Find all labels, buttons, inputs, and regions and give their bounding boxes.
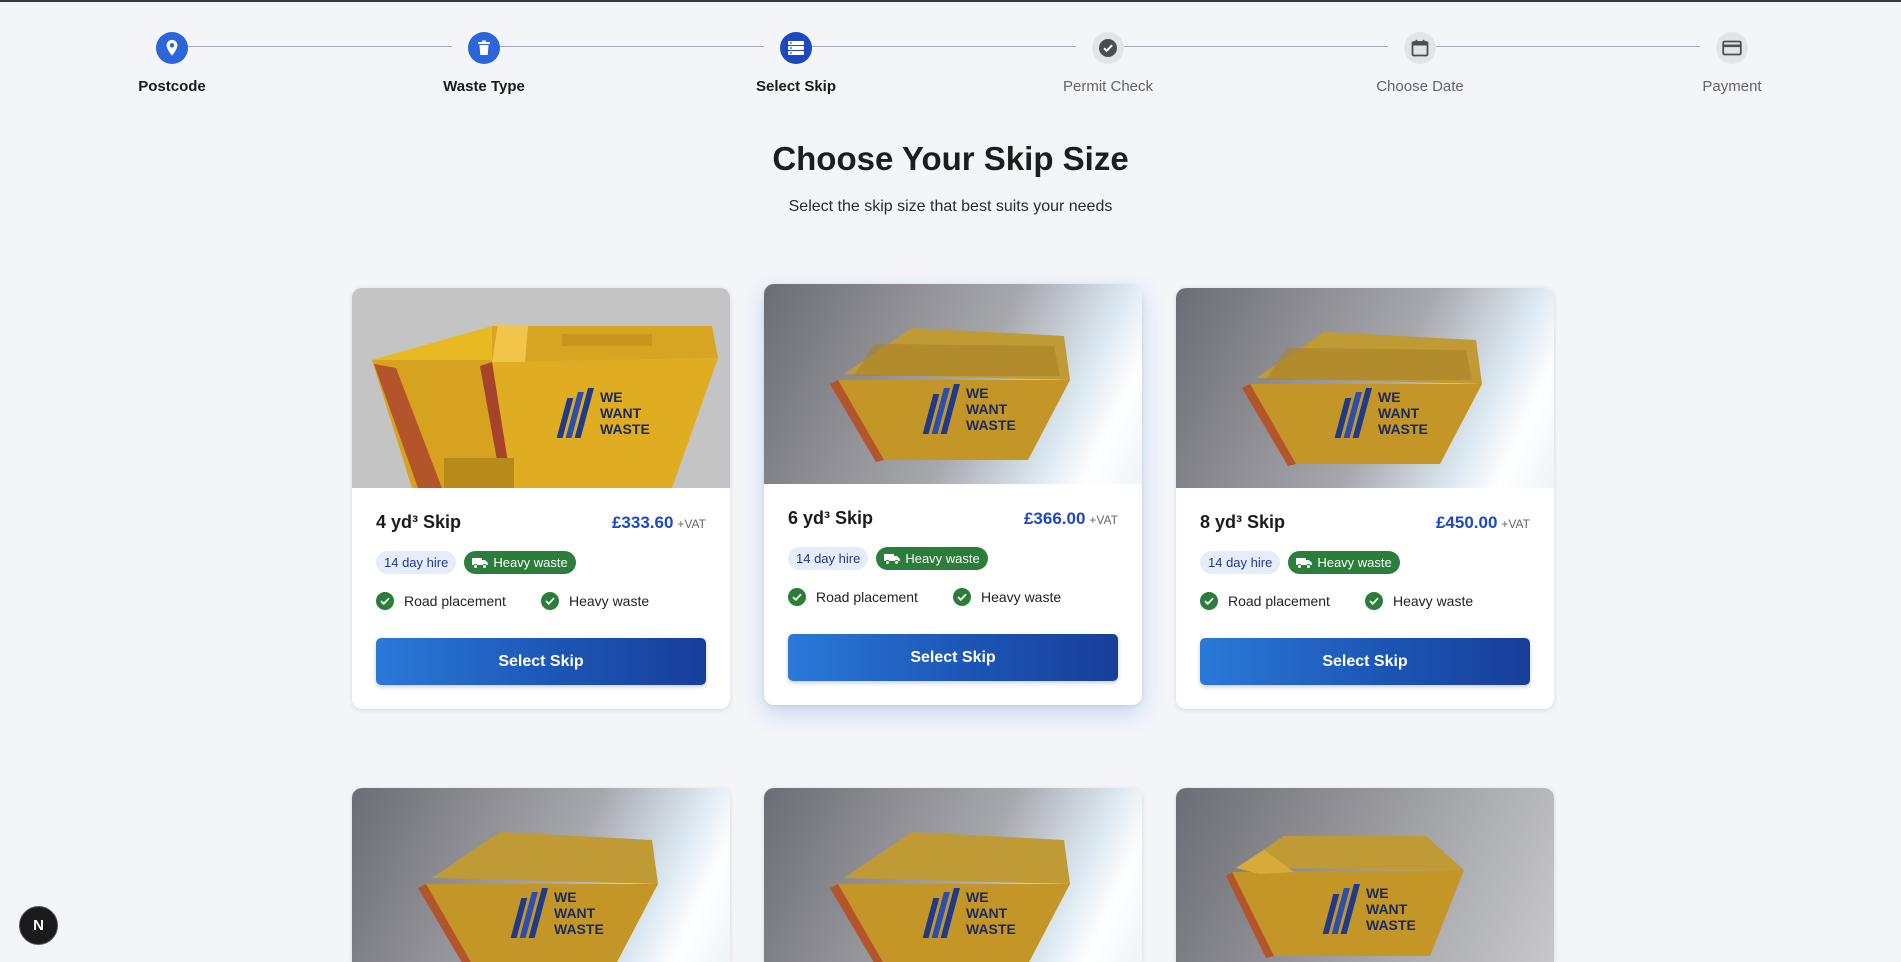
svg-text:WASTE: WASTE [966,417,1016,433]
check-icon [376,592,394,610]
svg-text:WANT: WANT [966,905,1008,921]
vat-label: +VAT [1501,517,1530,531]
price-group: £333.60 +VAT [612,513,706,533]
nextjs-logo-icon: N [33,917,44,934]
skip-card-row2-2[interactable]: WE WANT WASTE [764,788,1142,962]
vat-label: +VAT [677,517,706,531]
skip-title: 8 yd³ Skip [1200,512,1286,532]
progress-stepper: Postcode Waste Type Select Skip Permit C… [0,0,1901,110]
map-pin-icon [156,32,188,64]
price-group: £450.00 +VAT [1436,513,1530,533]
skip-image: WE WANT WASTE [1176,288,1554,488]
skip-image: WE WANT WASTE [352,788,730,962]
svg-text:WASTE: WASTE [554,921,604,937]
step-label: Postcode [138,78,206,95]
step-choose-date: Choose Date [1320,32,1520,95]
feature-label: Road placement [1228,593,1330,609]
skip-image: WE WANT WASTE [764,284,1142,484]
step-waste-type[interactable]: Waste Type [384,32,584,95]
step-label: Select Skip [755,78,837,95]
feature-heavy-waste: Heavy waste [953,588,1118,606]
page-title: Choose Your Skip Size [772,140,1129,177]
feature-road-placement: Road placement [788,588,953,606]
svg-text:WE: WE [600,389,623,405]
skip-card-row2-3[interactable]: WE WANT WASTE [1176,788,1554,962]
credit-card-icon [1716,32,1748,64]
check-icon [1365,592,1383,610]
skip-card-row2-1[interactable]: WE WANT WASTE [352,788,730,962]
svg-text:WASTE: WASTE [600,421,650,437]
step-permit-check: Permit Check [1008,32,1208,95]
hire-period-badge: 14 day hire [376,551,457,574]
check-circle-icon [1092,32,1124,64]
hire-period-badge: 14 day hire [1200,551,1281,574]
svg-text:WASTE: WASTE [1378,421,1428,437]
svg-text:WANT: WANT [966,401,1008,417]
svg-text:WANT: WANT [600,405,642,421]
step-label: Payment [1702,78,1762,95]
svg-text:WANT: WANT [554,905,596,921]
svg-text:WASTE: WASTE [966,921,1016,937]
feature-road-placement: Road placement [1200,592,1365,610]
skip-title: 6 yd³ Skip [788,508,874,528]
skip-title: 4 yd³ Skip [376,512,462,532]
heavy-waste-label: Heavy waste [493,555,568,570]
feature-label: Heavy waste [1393,593,1474,609]
nextjs-badge-button[interactable]: N [19,906,58,945]
svg-text:WE: WE [554,889,577,905]
check-icon [541,592,559,610]
heavy-waste-label: Heavy waste [1317,555,1392,570]
feature-heavy-waste: Heavy waste [1365,592,1530,610]
svg-text:WE: WE [1366,885,1389,901]
svg-text:WASTE: WASTE [1366,917,1416,933]
select-skip-button[interactable]: Select Skip [376,638,706,685]
skip-card-4yd[interactable]: WE WANT WASTE 4 yd³ Skip £333.60 +VAT 14 … [352,288,730,709]
skip-image: WE WANT WASTE [1176,788,1554,962]
truck-icon [884,553,901,565]
heavy-waste-label: Heavy waste [905,551,980,566]
price-group: £366.00 +VAT [1024,509,1118,529]
step-label: Choose Date [1376,78,1464,95]
skip-price: £333.60 [611,513,674,532]
feature-label: Heavy waste [981,589,1062,605]
heavy-waste-badge: Heavy waste [876,547,988,570]
stack-icon [780,32,812,64]
check-icon [788,588,806,606]
page-subtitle: Select the skip size that best suits you… [788,198,1113,215]
feature-label: Heavy waste [569,593,650,609]
step-select-skip[interactable]: Select Skip [696,32,896,95]
skip-image: WE WANT WASTE [352,288,730,488]
feature-label: Road placement [404,593,506,609]
select-skip-button[interactable]: Select Skip [1200,638,1530,685]
heavy-waste-badge: Heavy waste [464,551,576,574]
hire-period-badge: 14 day hire [788,547,869,570]
svg-text:WANT: WANT [1378,405,1420,421]
check-icon [1200,592,1218,610]
trash-icon [468,32,500,64]
page-heading: Choose Your Skip Size Select the skip si… [0,140,1901,216]
step-postcode[interactable]: Postcode [72,32,272,95]
vat-label: +VAT [1089,513,1118,527]
svg-text:WE: WE [1378,389,1401,405]
feature-road-placement: Road placement [376,592,541,610]
truck-icon [472,557,489,569]
step-label: Waste Type [443,78,525,95]
select-skip-button[interactable]: Select Skip [788,634,1118,681]
feature-heavy-waste: Heavy waste [541,592,706,610]
check-icon [953,588,971,606]
step-label: Permit Check [1062,78,1154,95]
calendar-icon [1404,32,1436,64]
skip-card-8yd[interactable]: WE WANT WASTE 8 yd³ Skip £450.00 +VAT 14 … [1176,288,1554,709]
truck-icon [1296,557,1313,569]
skip-price: £366.00 [1023,509,1086,528]
skip-price: £450.00 [1435,513,1498,532]
svg-text:WE: WE [966,385,989,401]
feature-label: Road placement [816,589,918,605]
heavy-waste-badge: Heavy waste [1288,551,1400,574]
skip-card-6yd[interactable]: WE WANT WASTE 6 yd³ Skip £366.00 +VAT 14 … [764,284,1142,705]
skip-image: WE WANT WASTE [764,788,1142,962]
step-payment: Payment [1632,32,1832,95]
svg-text:WANT: WANT [1366,901,1408,917]
svg-text:WE: WE [966,889,989,905]
